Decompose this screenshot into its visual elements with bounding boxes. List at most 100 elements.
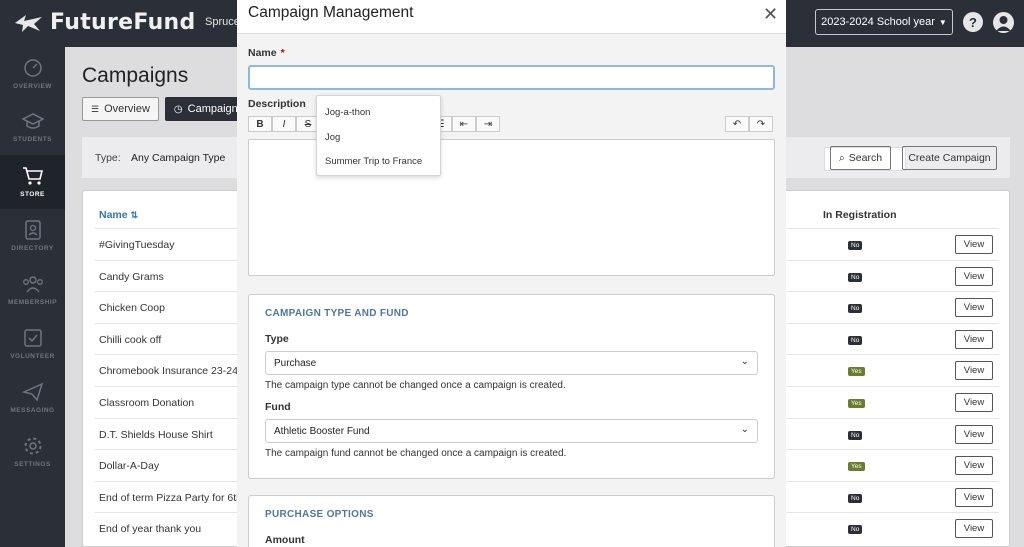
view-button[interactable]: View — [955, 393, 993, 412]
create-campaign-button[interactable]: Create Campaign — [902, 146, 997, 170]
type-select-value: Purchase — [274, 358, 317, 369]
send-icon — [21, 382, 43, 402]
amount-label: Amount — [265, 534, 305, 546]
campaign-type-filter[interactable]: Any Campaign Type — [131, 152, 225, 164]
school-name[interactable]: Spruce — [205, 16, 240, 28]
autocomplete-item[interactable]: Jog-a-thon — [325, 107, 370, 118]
modal-title: Campaign Management — [248, 4, 414, 21]
campaign-name: Classroom Donation — [99, 397, 195, 409]
view-button[interactable]: View — [955, 488, 993, 507]
search-button-label: Search — [848, 152, 883, 164]
sidebar-label: OVERVIEW — [13, 83, 52, 90]
type-help-text: The campaign type cannot be changed once… — [265, 380, 566, 391]
cart-icon — [22, 167, 43, 185]
purchase-options-section: PURCHASE OPTIONS Amount — [248, 495, 775, 547]
view-button[interactable]: View — [955, 361, 993, 380]
logo[interactable]: FutureFund — [14, 10, 196, 35]
search-button[interactable]: ⌕ Search — [830, 146, 891, 170]
campaign-name: Candy Grams — [99, 271, 164, 283]
view-button[interactable]: View — [955, 267, 993, 286]
campaign-management-modal: Campaign Management ✕ Name * Description … — [237, 0, 786, 547]
registration-badge: Yes — [848, 462, 865, 471]
section-title: CAMPAIGN TYPE AND FUND — [265, 308, 409, 319]
page-title: Campaigns — [82, 64, 189, 87]
registration-badge: No — [848, 304, 863, 313]
people-icon — [22, 276, 43, 293]
campaign-name: Dollar-A-Day — [99, 460, 160, 472]
dashboard-icon — [23, 59, 42, 77]
close-icon[interactable]: ✕ — [763, 5, 778, 23]
column-header-name[interactable]: Name ⇅ — [99, 209, 138, 221]
help-icon[interactable]: ? — [963, 12, 983, 32]
sidebar-item-students[interactable]: STUDENTS — [0, 101, 65, 155]
sidebar-item-membership[interactable]: MEMBERSHIP — [0, 263, 65, 317]
chevron-down-icon: ⌄ — [740, 424, 749, 435]
caret-down-icon: ▼ — [938, 17, 947, 27]
sidebar-item-directory[interactable]: DIRECTORY — [0, 209, 65, 263]
logo-bird-icon — [15, 14, 42, 32]
view-button[interactable]: View — [955, 519, 993, 538]
filter-type-label: Type: — [95, 152, 121, 164]
view-button[interactable]: View — [955, 235, 993, 254]
sidebar-item-overview[interactable]: OVERVIEW — [0, 47, 65, 101]
sidebar-label: SETTINGS — [14, 461, 51, 468]
sidebar-item-settings[interactable]: SETTINGS — [0, 425, 65, 479]
campaign-name: Chromebook Insurance 23-24 — [99, 365, 238, 377]
tab-overview[interactable]: ☰ Overview — [82, 97, 159, 121]
logo-text: FutureFund — [50, 10, 196, 35]
fund-select[interactable]: Athletic Booster Fund ⌄ — [265, 419, 758, 443]
indent-icon: ⇥ — [483, 118, 493, 130]
search-icon: ⌕ — [838, 151, 845, 164]
view-button[interactable]: View — [955, 456, 993, 475]
chevron-down-icon: ⌄ — [740, 356, 749, 367]
campaign-name-input[interactable] — [248, 65, 775, 90]
sidebar-label: MESSAGING — [10, 407, 55, 414]
list-icon: ☰ — [91, 103, 100, 114]
column-header-registration: In Registration — [823, 209, 897, 221]
sidebar-item-volunteer[interactable]: VOLUNTEER — [0, 317, 65, 371]
sidebar-item-messaging[interactable]: MESSAGING — [0, 371, 65, 425]
registration-badge: No — [848, 494, 863, 503]
campaign-name: Chicken Coop — [99, 302, 165, 314]
page-tabs: ☰ Overview ◷ Campaigns — [82, 97, 253, 121]
outdent-icon: ⇤ — [459, 118, 469, 130]
bold-button[interactable]: B — [248, 116, 272, 132]
view-button[interactable]: View — [955, 298, 993, 317]
sidebar-label: VOLUNTEER — [10, 353, 55, 360]
name-label-text: Name — [248, 47, 277, 59]
autocomplete-item[interactable]: Summer Trip to France — [325, 156, 422, 167]
tab-label: Overview — [104, 103, 150, 115]
modal-header: Campaign Management ✕ — [237, 0, 786, 34]
sidebar-item-store[interactable]: STORE — [0, 155, 65, 209]
user-avatar-icon[interactable] — [993, 12, 1014, 33]
school-year-selector[interactable]: 2023-2024 School year ▼ — [815, 9, 953, 35]
sort-icon: ⇅ — [130, 210, 139, 220]
autocomplete-item[interactable]: Jog — [325, 132, 340, 143]
autocomplete-dropdown: Jog-a-thon Jog Summer Trip to France — [316, 95, 441, 176]
gear-icon — [24, 437, 41, 455]
registration-badge: No — [848, 336, 863, 345]
sidebar: OVERVIEW STUDENTS STORE DIRECTORY MEMBER… — [0, 47, 65, 547]
view-button[interactable]: View — [955, 425, 993, 444]
view-button[interactable]: View — [955, 330, 993, 349]
tab-label: Campaigns — [187, 103, 244, 115]
redo-button[interactable]: ↷ — [749, 116, 773, 132]
italic-button[interactable]: I — [272, 116, 296, 132]
sidebar-label: STUDENTS — [12, 136, 53, 143]
campaign-type-section: CAMPAIGN TYPE AND FUND Type Purchase ⌄ T… — [248, 294, 775, 479]
sidebar-label: STORE — [20, 191, 45, 198]
fund-label: Fund — [265, 401, 291, 413]
undo-button[interactable]: ↶ — [725, 116, 749, 132]
description-label: Description — [248, 98, 306, 110]
checkbox-icon — [23, 329, 42, 347]
type-select[interactable]: Purchase ⌄ — [265, 351, 758, 375]
fund-help-text: The campaign fund cannot be changed once… — [265, 448, 567, 459]
registration-badge: No — [848, 431, 863, 440]
indent-button[interactable]: ⇥ — [476, 116, 500, 132]
clock-icon: ◷ — [173, 103, 183, 115]
column-header-label: Name — [99, 209, 128, 221]
registration-badge: No — [848, 525, 863, 534]
type-label: Type — [265, 333, 289, 345]
outdent-button[interactable]: ⇤ — [452, 116, 476, 132]
directory-icon — [24, 220, 41, 240]
